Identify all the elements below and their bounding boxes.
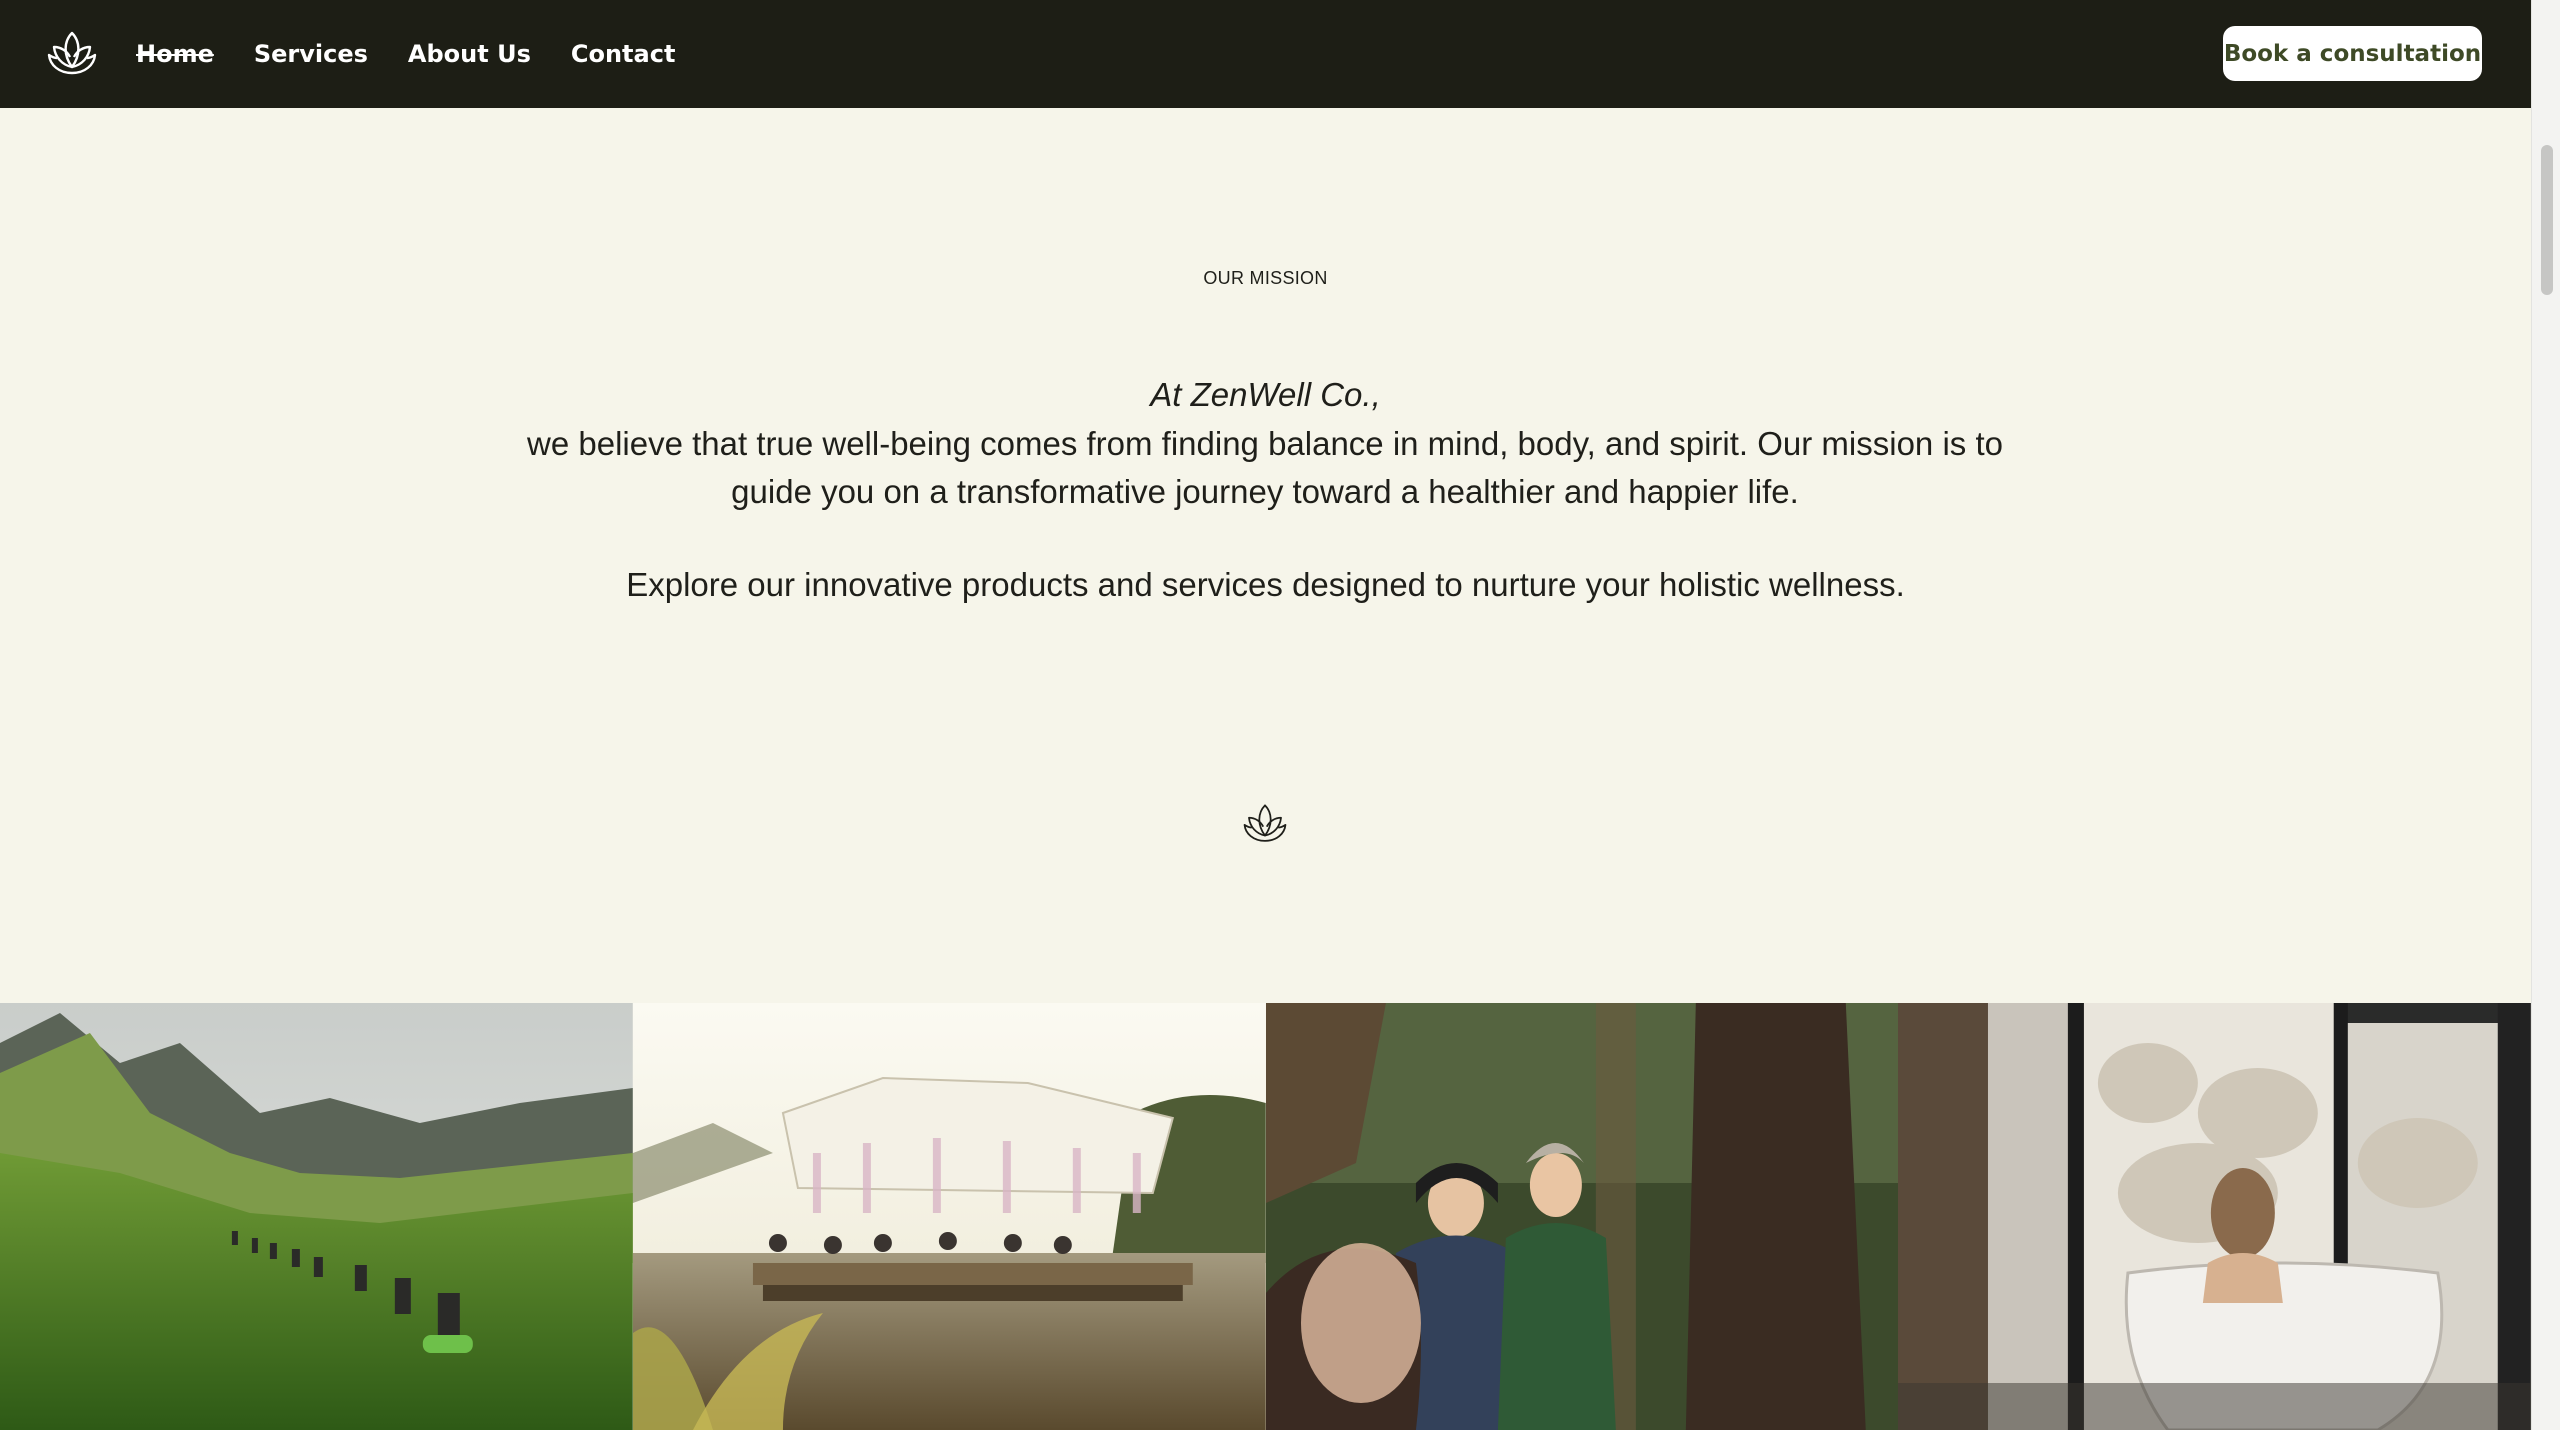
mission-explore: Explore our innovative products and serv… [626,566,1905,603]
mission-body: we believe that true well-being comes fr… [527,425,2003,510]
main-nav: Home Services About Us Contact [136,0,715,108]
top-navigation-bar: Home Services About Us Contact Book a co… [0,0,2531,108]
nav-services-link[interactable]: Services [254,40,368,68]
nav-about-link[interactable]: About Us [408,40,531,68]
mission-lead: At ZenWell Co., [1150,376,1381,413]
photo-gallery [0,1003,2531,1430]
bath-window-photo [1898,1003,2531,1430]
section-eyebrow: OUR MISSION [1203,268,1328,288]
book-consultation-button[interactable]: Book a consultation [2223,26,2482,81]
lotus-icon [1243,804,1287,842]
nav-contact-link[interactable]: Contact [571,40,676,68]
page-scrollbar[interactable] [2531,0,2560,1430]
nav-home-link[interactable]: Home [136,40,214,68]
scrollbar-thumb[interactable] [2541,145,2553,295]
hikers-meadow-photo [0,1003,633,1430]
lake-yoga-pavilion-photo [632,1003,1266,1430]
forest-friends-photo [1265,1003,1899,1430]
lotus-icon[interactable] [46,27,98,81]
